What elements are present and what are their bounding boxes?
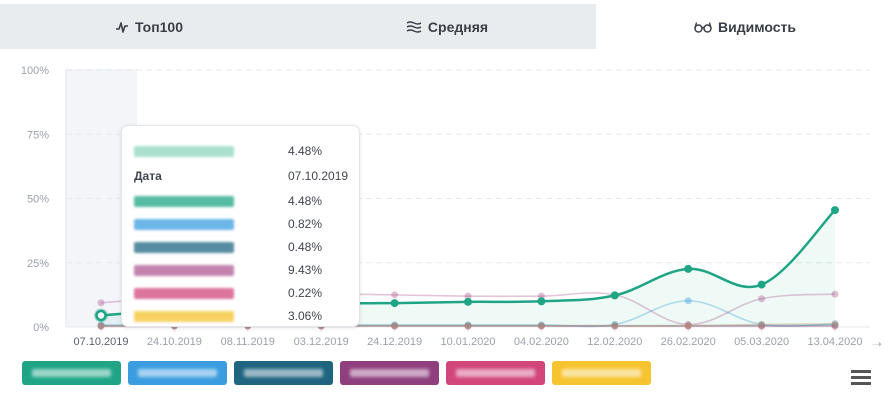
tab-average[interactable]: Средняя (298, 4, 596, 49)
legend-item[interactable] (234, 361, 333, 385)
y-tick-label: 25% (27, 258, 49, 270)
data-point (97, 299, 105, 307)
x-tick-label: 10.01.2020 (440, 336, 495, 348)
data-point (390, 299, 399, 308)
tooltip-series-value: 0.82% (288, 217, 323, 231)
tooltip-date-label: Дата (134, 169, 162, 183)
tooltip-series-row: 3.06% (134, 308, 349, 324)
tooltip-series-blurred-label (134, 287, 234, 299)
tab-top100-label: Топ100 (134, 18, 184, 35)
data-point (831, 206, 839, 215)
tooltip-series-row: 4.48% (134, 193, 349, 209)
y-tick-label: 75% (27, 129, 49, 141)
tooltip-series-value: 0.48% (288, 240, 323, 254)
legend-blurred-label (138, 369, 217, 377)
data-point (391, 291, 399, 299)
activity-icon (115, 21, 128, 33)
x-tick-label: 08.11.2019 (221, 336, 275, 348)
tooltip-header-row: 4.48% (134, 143, 349, 159)
tooltip-date-row: Дата 07.10.2019 (134, 168, 349, 184)
legend-blurred-label (562, 369, 641, 377)
legend-blurred-label (350, 369, 429, 377)
x-tick-label: 04.02.2020 (514, 336, 569, 348)
x-tick-label: 07.10.2019 (73, 336, 128, 348)
tooltip-series-row: 0.22% (134, 285, 349, 301)
tooltip-header-blurred-label (134, 145, 234, 157)
glasses-icon (694, 21, 712, 33)
x-tick-label: 03.12.2019 (294, 336, 349, 348)
data-point (757, 280, 766, 289)
wave-lines-icon (406, 20, 422, 33)
y-tick-label: 100% (21, 65, 49, 77)
data-point (537, 297, 546, 306)
x-tick-label: 12.02.2020 (587, 336, 642, 348)
chart-menu-icon[interactable] (851, 370, 871, 386)
x-tick-label: 26.02.2020 (661, 336, 716, 348)
tooltip-series-row: 0.48% (134, 239, 349, 255)
legend-item[interactable] (552, 361, 651, 385)
highlight-point (95, 309, 107, 322)
tooltip-series-value: 9.43% (288, 263, 323, 277)
data-point (610, 291, 619, 300)
tooltip-header-value: 4.48% (288, 144, 323, 158)
tab-visibility[interactable]: Видимость (596, 4, 894, 49)
chart-tooltip: 4.48% Дата 07.10.2019 4.48% 0.82% 0.48% 9.4… (121, 125, 360, 327)
tooltip-series-row: 0.82% (134, 216, 349, 232)
tooltip-series-value: 4.48% (288, 194, 323, 208)
legend-item[interactable] (22, 361, 121, 385)
tooltip-date-value: 07.10.2019 (288, 169, 349, 183)
tab-bar: Топ100 Средняя Видимость (0, 4, 894, 49)
chart-legend (22, 361, 651, 385)
x-tick-label: 05.03.2020 (734, 336, 789, 348)
tab-top100[interactable]: Топ100 (0, 4, 298, 49)
legend-blurred-label (244, 369, 323, 377)
y-tick-label: 0% (33, 322, 49, 334)
legend-item[interactable] (128, 361, 227, 385)
tooltip-series-value: 0.22% (288, 286, 323, 300)
y-tick-label: 50% (27, 194, 49, 206)
tooltip-series-blurred-label (134, 264, 234, 276)
tooltip-series-value: 3.06% (288, 309, 323, 323)
data-point (464, 297, 472, 306)
tab-average-label: Средняя (427, 18, 489, 35)
legend-blurred-label (456, 369, 535, 377)
tooltip-series-blurred-label (134, 241, 234, 253)
tooltip-series-blurred-label (134, 310, 234, 322)
data-point (684, 264, 693, 273)
visibility-widget: Топ100 Средняя Видимость 0% 25% 50% 75% 100%… (0, 0, 894, 400)
x-tick-label: 24.12.2019 (367, 336, 422, 348)
x-tick-label: 24.10.2019 (147, 336, 202, 348)
tooltip-series-row: 9.43% (134, 262, 349, 278)
x-tick-label: 13.04.2020 (807, 336, 862, 348)
legend-blurred-label (32, 369, 111, 377)
x-axis-arrow-icon: ➝ (872, 337, 883, 351)
legend-item[interactable] (446, 361, 545, 385)
legend-item[interactable] (340, 361, 439, 385)
tooltip-series-blurred-label (134, 195, 234, 207)
tab-visibility-label: Видимость (718, 18, 796, 35)
tooltip-series-blurred-label (134, 218, 234, 230)
